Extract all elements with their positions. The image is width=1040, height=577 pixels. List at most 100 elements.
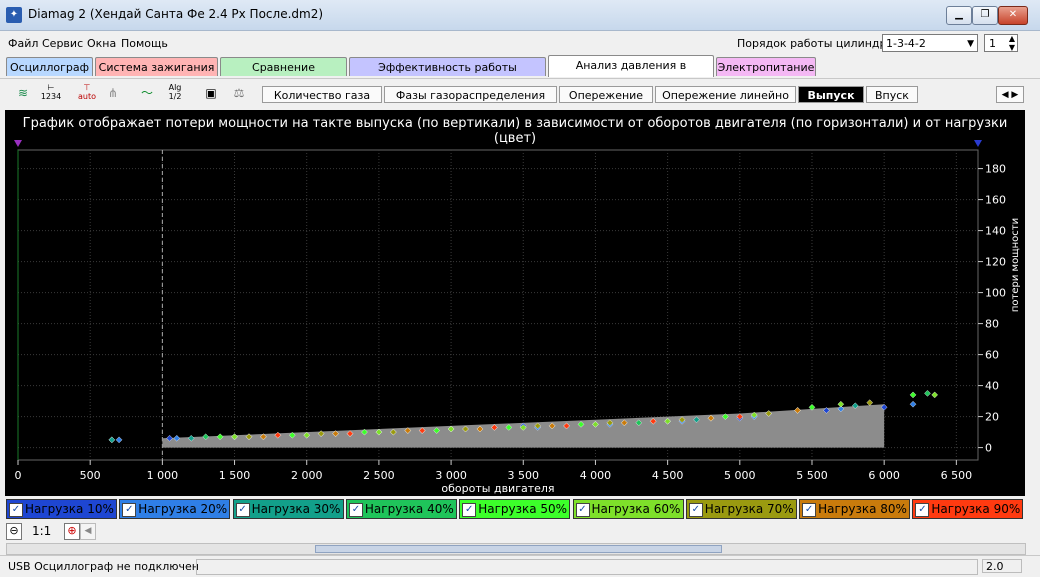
- status-panel: [196, 559, 978, 575]
- legend-item[interactable]: ✓ Нагрузка 70%: [685, 499, 797, 519]
- tab-cylinder-efficiency[interactable]: Эффективность работы цилиндров: [349, 57, 546, 93]
- legend-checkbox[interactable]: ✓: [462, 503, 477, 517]
- menu-windows[interactable]: Окна: [87, 37, 116, 50]
- x-tick-label: 5 500: [796, 469, 828, 482]
- spinner-arrows-icon[interactable]: ▲ ▼: [1009, 34, 1015, 52]
- legend-checkbox[interactable]: ✓: [122, 503, 137, 517]
- tab-pressure-analysis[interactable]: Анализ давления в цилиндре: [548, 55, 714, 91]
- legend-label: Нагрузка 60%: [591, 502, 681, 516]
- y-tick-label: 20: [985, 411, 999, 424]
- subtab-advance[interactable]: Опережение: [559, 86, 653, 103]
- legend-item[interactable]: ✓ Нагрузка 20%: [119, 499, 231, 519]
- save-icon[interactable]: ▣: [200, 83, 222, 103]
- maximize-button[interactable]: ❐: [972, 6, 998, 25]
- tab-oscilloscope[interactable]: Осциллограф: [6, 57, 93, 76]
- legend-item[interactable]: ✓ Нагрузка 50%: [459, 499, 571, 519]
- tab-ignition[interactable]: Система зажигания: [95, 57, 218, 76]
- legend-item[interactable]: ✓ Нагрузка 40%: [345, 499, 457, 519]
- subtab-exhaust[interactable]: Выпуск: [798, 86, 864, 103]
- status-text: USB Осциллограф не подключен: [8, 560, 199, 573]
- legend-checkbox[interactable]: ✓: [235, 503, 250, 517]
- alg-bottom: 1/2: [168, 92, 182, 101]
- subtab-label: Выпуск: [807, 89, 855, 102]
- legend-label: Нагрузка 90%: [931, 502, 1021, 516]
- counter-icon[interactable]: ⊢ 1234: [40, 83, 62, 103]
- chart-title: График отображает потери мощности на так…: [22, 116, 1008, 146]
- x-tick-label: 1 000: [147, 469, 179, 482]
- data-point: [108, 436, 116, 444]
- legend-item[interactable]: ✓ Нагрузка 80%: [799, 499, 911, 519]
- x-tick-label: 2 000: [291, 469, 323, 482]
- y-tick-label: 0: [985, 442, 992, 455]
- data-point: [924, 390, 931, 397]
- legend-item[interactable]: ✓ Нагрузка 60%: [572, 499, 684, 519]
- x-tick-label: 6 000: [868, 469, 900, 482]
- legend-item[interactable]: ✓ Нагрузка 30%: [232, 499, 344, 519]
- status-bar: USB Осциллограф не подключен 2.0: [0, 555, 1040, 577]
- legend-checkbox[interactable]: ✓: [688, 503, 703, 517]
- x-tick-label: 4 000: [580, 469, 612, 482]
- subtab-gas-amount[interactable]: Количество газа: [262, 86, 382, 103]
- y-tick-label: 160: [985, 194, 1006, 207]
- subtab-advance-linear[interactable]: Опережение линейно: [655, 86, 796, 103]
- legend-checkbox[interactable]: ✓: [348, 503, 363, 517]
- zoom-out-button[interactable]: ⊖: [6, 523, 22, 540]
- zoom-in-button[interactable]: ⊕: [64, 523, 80, 540]
- firing-order-select[interactable]: 1-3-4-2 ▼: [882, 34, 978, 52]
- y-tick-label: 180: [985, 163, 1006, 176]
- legend-checkbox[interactable]: ✓: [802, 503, 817, 517]
- menu-service[interactable]: Сервис: [42, 37, 83, 50]
- filter-icon[interactable]: ⋔: [102, 83, 124, 103]
- menu-help[interactable]: Помощь: [121, 37, 168, 50]
- data-point: [931, 391, 938, 399]
- auto-label: auto: [77, 92, 96, 101]
- data-point: [115, 436, 123, 444]
- y-axis-label: потери мощности: [1010, 218, 1021, 312]
- zoom-ratio: 1:1: [32, 524, 52, 538]
- horizontal-scrollbar[interactable]: [6, 543, 1026, 555]
- subtab-label: Фазы газораспределения: [395, 89, 546, 102]
- curve-icon[interactable]: 〜: [136, 83, 158, 103]
- legend-item[interactable]: ✓ Нагрузка 10%: [6, 499, 117, 519]
- exhaust-loss-chart: 0 500 1 000 1 500 2 000 2 500 3 000 3 500 4 000 4…: [14, 140, 1021, 495]
- menu-file[interactable]: Файл: [8, 37, 38, 50]
- x-tick-label: 3 000: [435, 469, 467, 482]
- data-point: [909, 391, 917, 399]
- legend-label: Нагрузка 50%: [478, 502, 568, 516]
- x-tick-label: 3 500: [508, 469, 540, 482]
- legend-item[interactable]: ✓ Нагрузка 90%: [912, 499, 1024, 519]
- subtab-valve-timing[interactable]: Фазы газораспределения: [384, 86, 557, 103]
- subtab-scroll-arrows-icon[interactable]: ◀ ▶: [996, 86, 1024, 103]
- y-tick-label: 60: [985, 349, 999, 362]
- minimize-button[interactable]: ▁: [946, 6, 972, 25]
- y-tick-label: 100: [985, 287, 1006, 300]
- diamag-app-icon: ✦: [6, 7, 22, 23]
- subtab-label: Опережение линейно: [662, 89, 789, 102]
- waveform-icon[interactable]: ≋: [12, 83, 34, 103]
- x-tick-label: 500: [80, 469, 101, 482]
- tab-cylinder-compare[interactable]: Сравнение цилиндров: [220, 57, 347, 93]
- subtab-intake[interactable]: Впуск: [866, 86, 918, 103]
- data-point: [837, 400, 845, 408]
- cylinder-spinner[interactable]: 1 ▲ ▼: [984, 34, 1018, 52]
- tab-label: Система зажигания: [98, 61, 215, 74]
- legend-checkbox[interactable]: ✓: [575, 503, 590, 517]
- firing-order-value: 1-3-4-2: [886, 37, 926, 50]
- cylinder-value: 1: [989, 37, 996, 50]
- auto-scale-icon[interactable]: ⊤ auto: [76, 83, 98, 103]
- scroll-left-icon[interactable]: ◀: [80, 523, 96, 540]
- y-tick-label: 80: [985, 318, 999, 331]
- chart-area: 0 500 1 000 1 500 2 000 2 500 3 000 3 500 4 000 4…: [5, 110, 1025, 496]
- legend-checkbox[interactable]: ✓: [9, 503, 23, 517]
- scrollbar-thumb[interactable]: [315, 545, 722, 553]
- legend-checkbox[interactable]: ✓: [915, 503, 930, 517]
- legend-label: Нагрузка 30%: [251, 502, 341, 516]
- tab-power-supply[interactable]: Электропитание: [716, 57, 816, 76]
- x-tick-label: 4 500: [652, 469, 684, 482]
- dropdown-arrow-icon: ▼: [967, 39, 974, 49]
- close-button[interactable]: ✕: [998, 6, 1028, 25]
- algorithm-icon[interactable]: Alg 1/2: [164, 83, 186, 103]
- balance-icon[interactable]: ⚖: [228, 83, 250, 103]
- x-tick-label: 5 000: [724, 469, 756, 482]
- data-point: [866, 399, 874, 406]
